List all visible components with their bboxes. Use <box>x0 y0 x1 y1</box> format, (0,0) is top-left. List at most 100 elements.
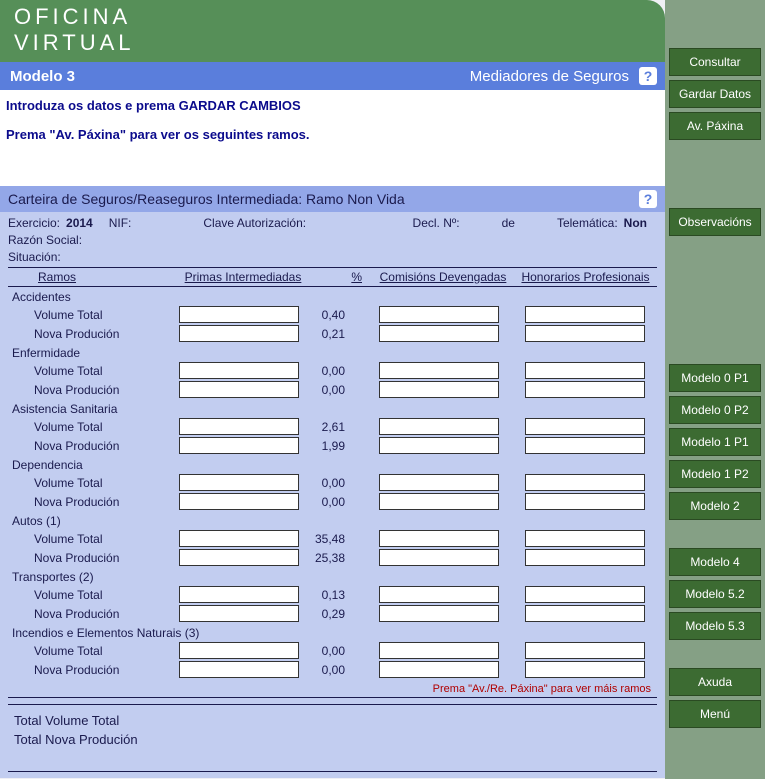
modelo-0-p1-button[interactable]: Modelo 0 P1 <box>669 364 761 392</box>
primas-input[interactable] <box>179 605 299 622</box>
row-volume-label: Volume Total <box>8 364 173 378</box>
table-row: Nova Produción0,00 <box>8 380 657 399</box>
honorarios-input[interactable] <box>525 586 645 603</box>
primas-input[interactable] <box>179 661 299 678</box>
percent-value: 2,61 <box>299 420 349 434</box>
data-table: Ramos Primas Intermediadas % Comisións D… <box>8 267 657 698</box>
honorarios-input[interactable] <box>525 605 645 622</box>
brand-line2: VIRTUAL <box>14 30 651 56</box>
table-row: Nova Produción25,38 <box>8 548 657 567</box>
section-title: Carteira de Seguros/Reaseguros Intermedi… <box>8 191 639 207</box>
col-ramos: Ramos <box>8 270 173 284</box>
primas-input[interactable] <box>179 418 299 435</box>
observacions-button[interactable]: Observacións <box>669 208 761 236</box>
primas-input[interactable] <box>179 586 299 603</box>
honorarios-input[interactable] <box>525 661 645 678</box>
total-nova-label: Total Nova Produción <box>14 732 651 747</box>
honorarios-input[interactable] <box>525 381 645 398</box>
row-nova-label: Nova Produción <box>8 607 173 621</box>
table-row: Nova Produción1,99 <box>8 436 657 455</box>
honorarios-input[interactable] <box>525 642 645 659</box>
percent-value: 1,99 <box>299 439 349 453</box>
percent-value: 0,00 <box>299 663 349 677</box>
comisions-input[interactable] <box>379 530 499 547</box>
row-volume-label: Volume Total <box>8 420 173 434</box>
modelo-5-3-button[interactable]: Modelo 5.3 <box>669 612 761 640</box>
exercicio-label: Exercicio: <box>8 216 60 230</box>
percent-value: 25,38 <box>299 551 349 565</box>
modelo-1-p1-button[interactable]: Modelo 1 P1 <box>669 428 761 456</box>
col-primas: Primas Intermediadas <box>173 270 313 284</box>
percent-value: 0,40 <box>299 308 349 322</box>
pagination-hint: Prema "Av./Re. Páxina" para ver máis ram… <box>8 679 657 697</box>
modelo-0-p2-button[interactable]: Modelo 0 P2 <box>669 396 761 424</box>
section-help-icon[interactable]: ? <box>639 190 657 208</box>
comisions-input[interactable] <box>379 418 499 435</box>
page-subtitle: Mediadores de Seguros <box>75 68 639 85</box>
percent-value: 35,48 <box>299 532 349 546</box>
comisions-input[interactable] <box>379 381 499 398</box>
primas-input[interactable] <box>179 530 299 547</box>
col-percent: % <box>313 270 368 284</box>
honorarios-input[interactable] <box>525 362 645 379</box>
honorarios-input[interactable] <box>525 493 645 510</box>
group-label: Accidentes <box>8 287 657 305</box>
comisions-input[interactable] <box>379 437 499 454</box>
row-volume-label: Volume Total <box>8 308 173 322</box>
comisions-input[interactable] <box>379 325 499 342</box>
comisions-input[interactable] <box>379 661 499 678</box>
table-header-row: Ramos Primas Intermediadas % Comisións D… <box>8 268 657 287</box>
brand-logo: OFICINA VIRTUAL <box>0 0 665 62</box>
primas-input[interactable] <box>179 381 299 398</box>
primas-input[interactable] <box>179 493 299 510</box>
honorarios-input[interactable] <box>525 474 645 491</box>
table-row: Volume Total0,00 <box>8 473 657 492</box>
axuda-button[interactable]: Axuda <box>669 668 761 696</box>
page-title: Modelo 3 <box>10 68 75 85</box>
group-label: Autos (1) <box>8 511 657 529</box>
honorarios-input[interactable] <box>525 530 645 547</box>
modelo-1-p2-button[interactable]: Modelo 1 P2 <box>669 460 761 488</box>
comisions-input[interactable] <box>379 493 499 510</box>
gardar-datos-button[interactable]: Gardar Datos <box>669 80 761 108</box>
comisions-input[interactable] <box>379 549 499 566</box>
primas-input[interactable] <box>179 362 299 379</box>
modelo-2-button[interactable]: Modelo 2 <box>669 492 761 520</box>
help-icon[interactable]: ? <box>639 67 657 85</box>
honorarios-input[interactable] <box>525 549 645 566</box>
comisions-input[interactable] <box>379 605 499 622</box>
table-row: Volume Total 0,40 <box>8 305 657 324</box>
row-nova-label: Nova Produción <box>8 383 173 397</box>
comisions-input[interactable] <box>379 362 499 379</box>
comisions-input[interactable] <box>379 586 499 603</box>
consultar-button[interactable]: Consultar <box>669 48 761 76</box>
av-paxina-button[interactable]: Av. Páxina <box>669 112 761 140</box>
col-honorarios: Honorarios Profesionais <box>518 270 653 284</box>
section-body: Exercicio: 2014 NIF: Clave Autorización:… <box>0 212 665 778</box>
honorarios-input[interactable] <box>525 306 645 323</box>
brand-line1: OFICINA <box>14 4 651 30</box>
row-nova-label: Nova Produción <box>8 495 173 509</box>
primas-input[interactable] <box>179 474 299 491</box>
honorarios-input[interactable] <box>525 418 645 435</box>
modelo-4-button[interactable]: Modelo 4 <box>669 548 761 576</box>
honorarios-input[interactable] <box>525 437 645 454</box>
decl-label: Decl. Nº: <box>413 216 460 230</box>
comisions-input[interactable] <box>379 474 499 491</box>
primas-input[interactable] <box>179 642 299 659</box>
instructions-panel: Introduza os datos e prema GARDAR CAMBIO… <box>0 90 665 186</box>
comisions-input[interactable] <box>379 306 499 323</box>
col-comisions: Comisións Devengadas <box>368 270 518 284</box>
comisions-input[interactable] <box>379 642 499 659</box>
table-row: Nova Produción0,00 <box>8 660 657 679</box>
primas-input[interactable] <box>179 437 299 454</box>
menu-button[interactable]: Menú <box>669 700 761 728</box>
row-volume-label: Volume Total <box>8 532 173 546</box>
de-label: de <box>502 216 515 230</box>
table-row: Volume Total0,00 <box>8 361 657 380</box>
primas-input[interactable] <box>179 306 299 323</box>
primas-input[interactable] <box>179 549 299 566</box>
honorarios-input[interactable] <box>525 325 645 342</box>
modelo-5-2-button[interactable]: Modelo 5.2 <box>669 580 761 608</box>
primas-input[interactable] <box>179 325 299 342</box>
